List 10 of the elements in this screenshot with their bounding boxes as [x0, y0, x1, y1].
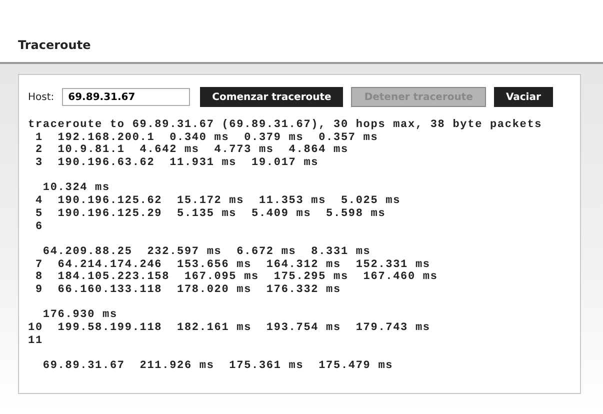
host-input-field[interactable]: 69.89.31.67 [62, 88, 190, 106]
traceroute-output: 69.89.31.67 211.926 ms 175.361 ms 175.479 ms [42, 360, 394, 373]
traceroute-output: 64.209.88.25 232.597 ms 6.672 ms 8.331 ms 7 64.214.174.246 153.656 ms 164.312 ms 152.331 ms 8 184.105.223.158 167.095 ms 175.295 ms 167.460 ms 9 66.160.133.118 178.020 ms 176.332 ms [34, 246, 439, 297]
traceroute-output: 10.324 ms 4 190.196.125.62 15.172 ms 11.353 ms 5.025 ms 5 190.196.125.29 5.135 ms 5.409 ms 5.598 ms 6 [34, 182, 402, 234]
page-title: Traceroute [18, 38, 91, 52]
traceroute-output: traceroute to 69.89.31.67 (69.89.31.67), 30 hops max, 38 byte packets 1 192.168.200.1 0.340 ms 0.379 ms 0.357 ms 2 10.9.81.1 4.642 ms 4.773 ms 4.864 ms 3 190.196.63.62 11.931 ms 19.017 ms [28, 119, 544, 170]
action-button[interactable]: Vaciar [494, 87, 553, 107]
host-label: Host: [28, 92, 54, 102]
action-button[interactable]: Comenzar traceroute [200, 87, 344, 107]
traceroute-output: 176.930 ms 10 199.58.199.118 182.161 ms 193.754 ms 179.743 ms 11 [28, 309, 432, 348]
